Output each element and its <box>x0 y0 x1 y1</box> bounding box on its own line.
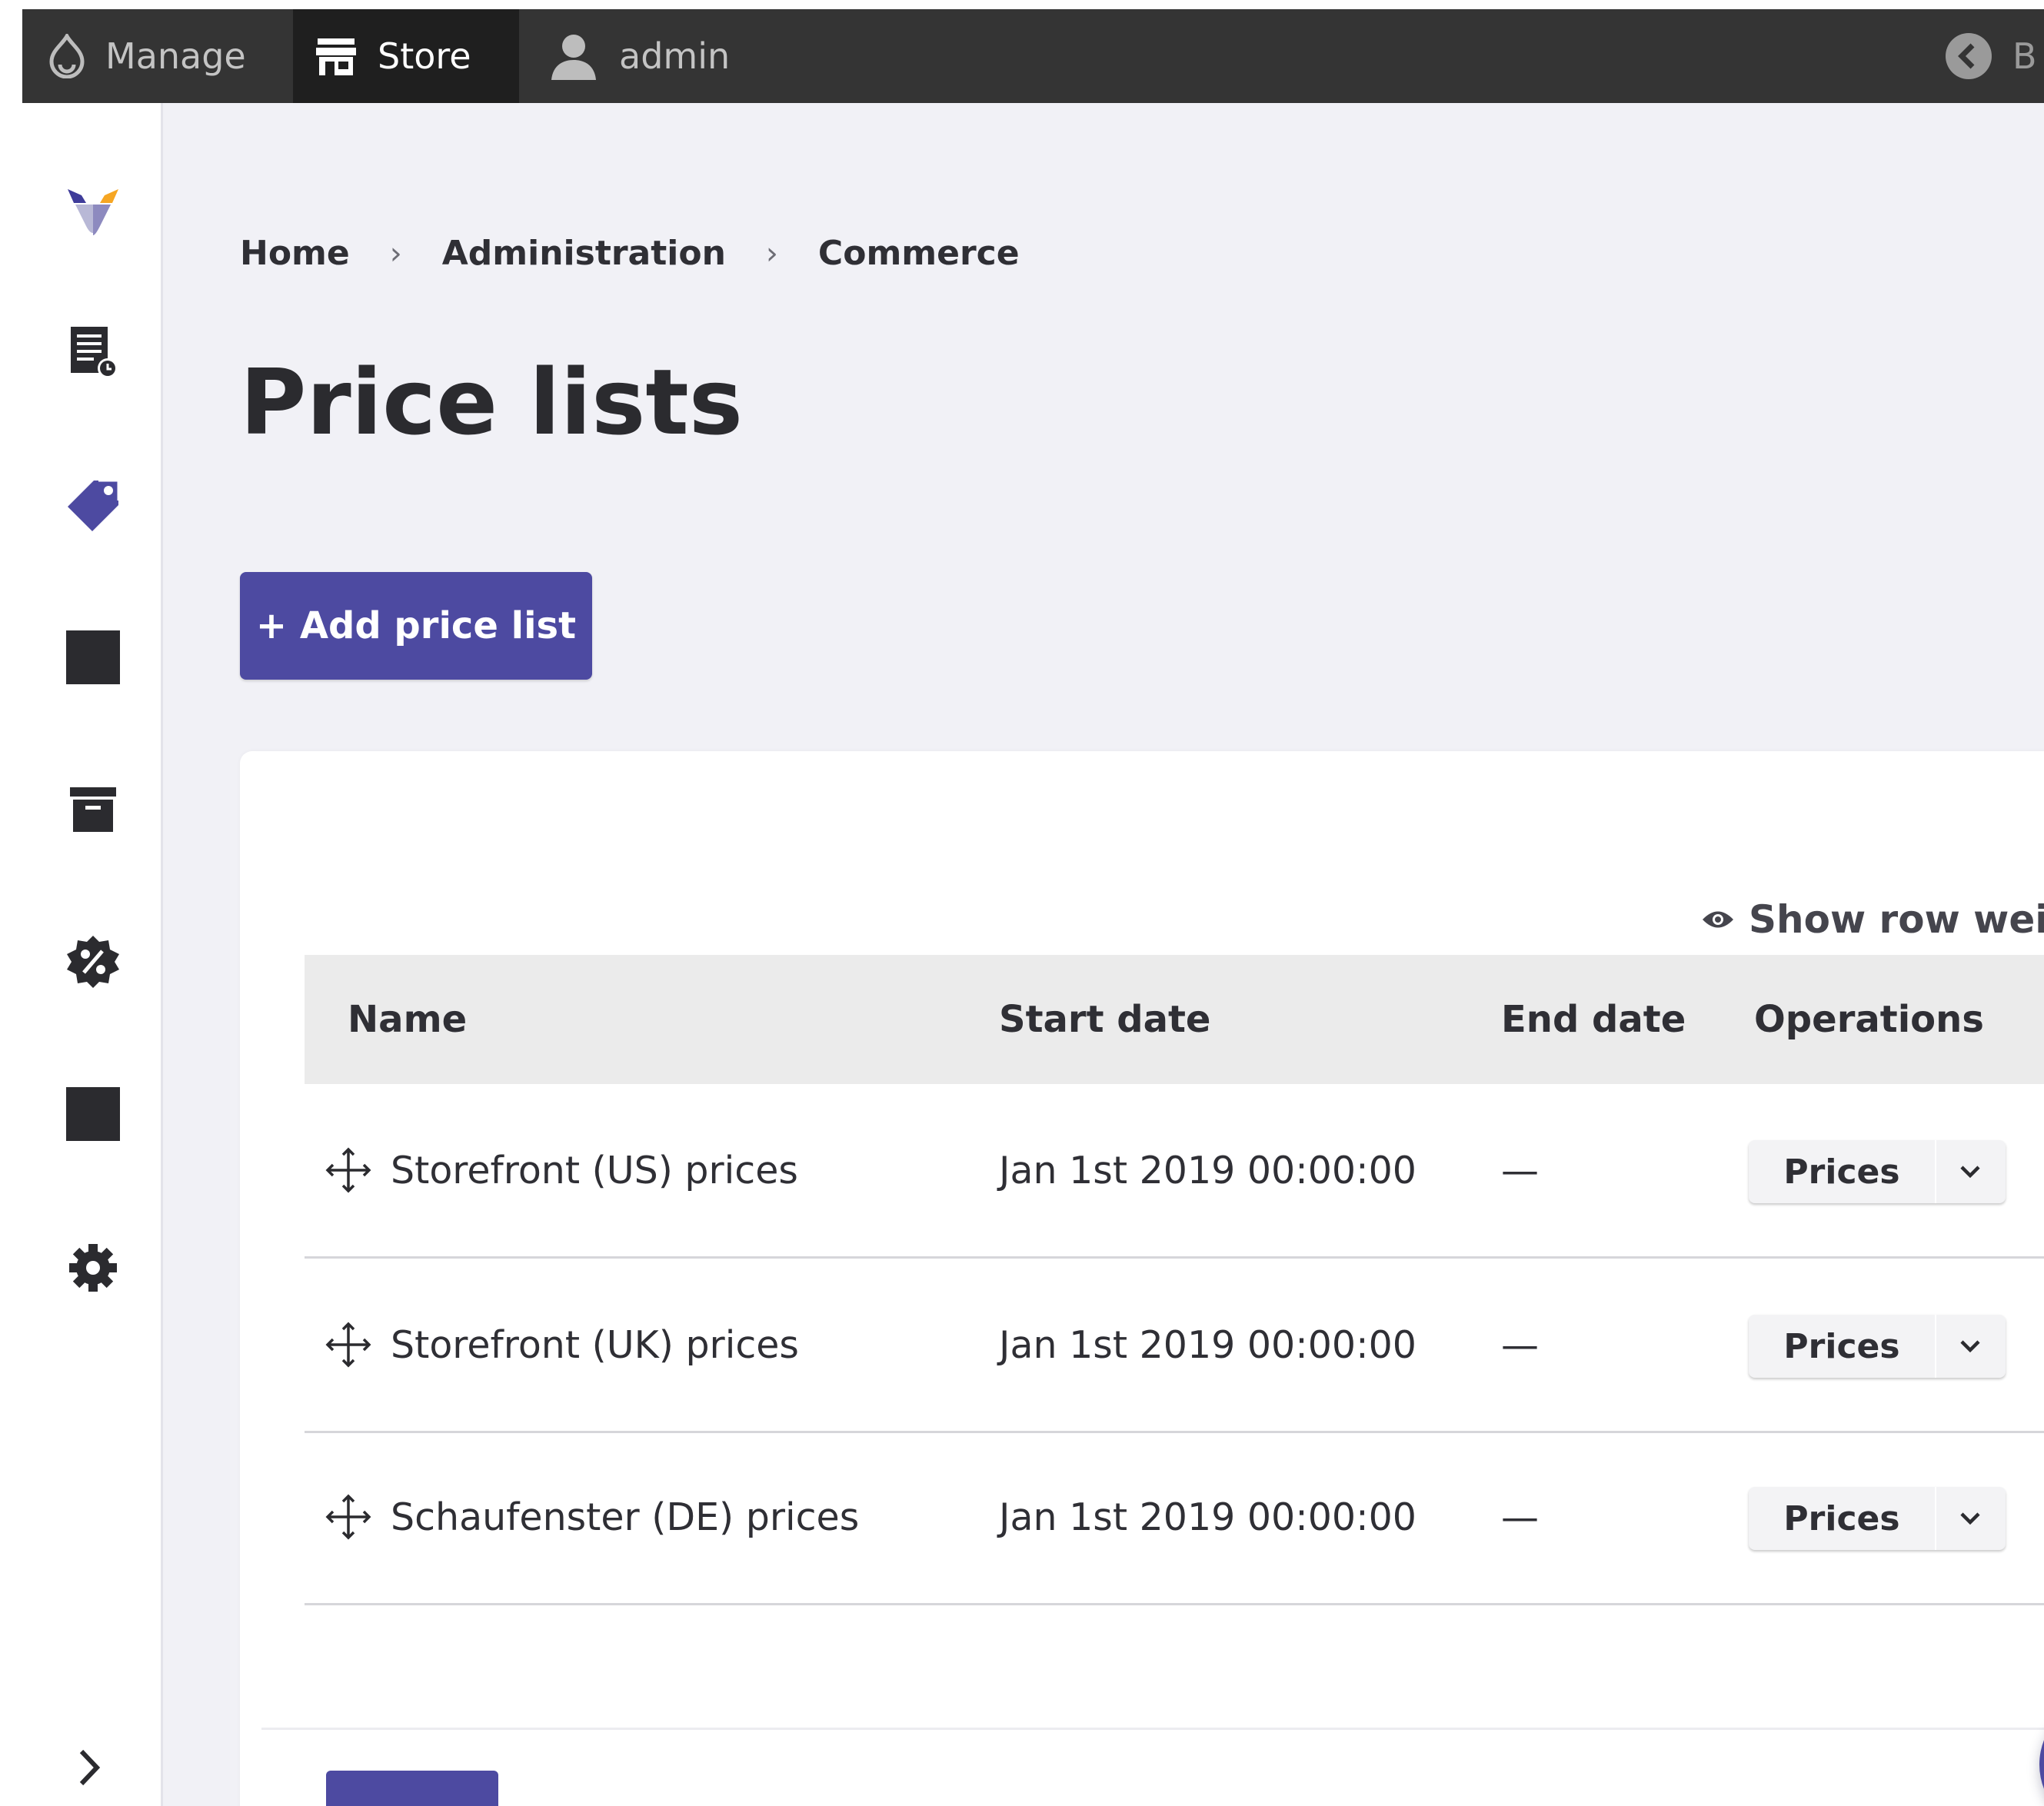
drag-handle-icon[interactable] <box>325 1431 372 1603</box>
breadcrumb-administration[interactable]: Administration <box>442 234 726 273</box>
page-title: Price lists <box>240 349 743 455</box>
price-list-name[interactable]: Storefront (UK) prices <box>391 1259 799 1431</box>
column-header-start-date: Start date <box>999 998 1211 1041</box>
sidebar-expand[interactable] <box>61 1739 118 1796</box>
user-icon <box>548 31 599 81</box>
breadcrumb-home[interactable]: Home <box>240 234 350 273</box>
sidebar-item-pricing[interactable] <box>65 477 122 534</box>
sidebar-logo[interactable] <box>65 185 122 241</box>
main-content: Home › Administration › Commerce Price l… <box>163 103 2044 1806</box>
store-icon <box>315 35 358 77</box>
admin-toolbar: Manage Store admin B <box>22 9 2044 103</box>
drupal-drop-icon <box>48 34 85 78</box>
breadcrumb-separator-icon: › <box>389 235 402 271</box>
sidebar <box>22 103 163 1806</box>
toolbar-store-label: Store <box>378 35 471 77</box>
breadcrumb-commerce[interactable]: Commerce <box>818 234 1020 273</box>
save-button[interactable]: Save <box>326 1771 498 1806</box>
show-row-weights-label: Show row weigh <box>1749 897 2044 942</box>
breadcrumb-separator-icon: › <box>765 235 778 271</box>
toolbar-back-label: B <box>2012 35 2037 77</box>
square-icon <box>66 630 120 684</box>
prices-button[interactable]: Prices <box>1749 1140 1936 1203</box>
column-header-name: Name <box>348 998 468 1041</box>
square-icon <box>66 1087 120 1141</box>
chevron-down-icon[interactable] <box>1936 1140 2004 1203</box>
toolbar-back[interactable]: B <box>1945 9 2037 103</box>
add-price-list-button[interactable]: + Add price list <box>240 572 592 680</box>
form-actions-divider <box>261 1728 2044 1730</box>
price-list-start-date: Jan 1st 2019 00:00:00 <box>999 1148 1416 1192</box>
toolbar-manage-label: Manage <box>105 35 246 77</box>
toolbar-admin[interactable]: admin <box>548 9 730 103</box>
price-list-name[interactable]: Storefront (US) prices <box>391 1084 798 1256</box>
app-frame: Manage Store admin B Home › Administrati… <box>22 9 2044 1806</box>
price-list-end-date: — <box>1501 1148 1539 1192</box>
sidebar-item-settings[interactable] <box>65 1239 122 1296</box>
table-row: Storefront (UK) prices Jan 1st 2019 00:0… <box>305 1259 2044 1433</box>
tags-icon <box>68 479 120 531</box>
toolbar-manage[interactable]: Manage <box>48 9 246 103</box>
sidebar-item-square-1[interactable] <box>65 629 122 686</box>
eye-icon <box>1701 908 1735 931</box>
column-header-operations: Operations <box>1754 998 1984 1041</box>
operations-dropbutton: Prices <box>1749 1140 2006 1203</box>
breadcrumb: Home › Administration › Commerce <box>240 234 1020 273</box>
chevron-down-icon[interactable] <box>1936 1315 2004 1378</box>
discount-icon <box>67 936 119 988</box>
gear-icon <box>69 1244 117 1292</box>
table-header: Name Start date End date Operations <box>305 955 2044 1084</box>
price-list-start-date: Jan 1st 2019 00:00:00 <box>999 1322 1416 1367</box>
price-list-end-date: — <box>1501 1495 1539 1539</box>
sidebar-item-square-2[interactable] <box>65 1086 122 1142</box>
prices-button[interactable]: Prices <box>1749 1315 1936 1378</box>
toolbar-store[interactable]: Store <box>293 9 519 103</box>
sidebar-item-archive[interactable] <box>65 781 122 838</box>
archive-icon <box>70 787 116 832</box>
chevron-right-icon <box>79 1749 101 1786</box>
sidebar-item-orders[interactable] <box>65 324 122 381</box>
toolbar-admin-label: admin <box>619 35 731 77</box>
drag-handle-icon[interactable] <box>325 1084 372 1256</box>
drag-handle-icon[interactable] <box>325 1259 372 1431</box>
logo-icon <box>68 189 118 235</box>
orders-icon <box>71 327 118 378</box>
price-list-name[interactable]: Schaufenster (DE) prices <box>391 1431 859 1603</box>
chevron-down-icon[interactable] <box>1936 1487 2004 1550</box>
price-lists-card: Show row weigh Name Start date End date … <box>240 751 2044 1806</box>
sidebar-item-promotions[interactable] <box>65 933 122 990</box>
show-row-weights-link[interactable]: Show row weigh <box>1701 897 2044 942</box>
table-row: Schaufenster (DE) prices Jan 1st 2019 00… <box>305 1431 2044 1605</box>
back-circle-icon <box>1945 32 1992 80</box>
operations-dropbutton: Prices <box>1749 1315 2006 1378</box>
price-list-start-date: Jan 1st 2019 00:00:00 <box>999 1495 1416 1539</box>
column-header-end-date: End date <box>1501 998 1686 1041</box>
price-list-end-date: — <box>1501 1322 1539 1367</box>
prices-button[interactable]: Prices <box>1749 1487 1936 1550</box>
operations-dropbutton: Prices <box>1749 1487 2006 1550</box>
table-row: Storefront (US) prices Jan 1st 2019 00:0… <box>305 1084 2044 1259</box>
